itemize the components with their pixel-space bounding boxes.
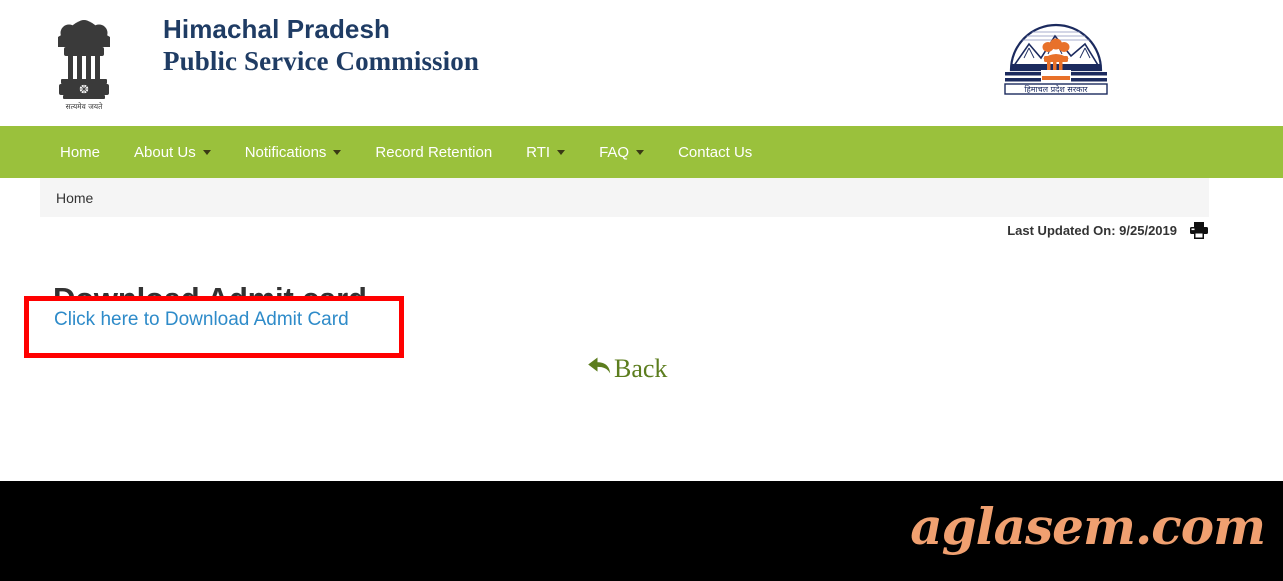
site-header: सत्यमेव जयते Himachal Pradesh Public Ser… [0, 0, 1283, 126]
chevron-down-icon [636, 149, 645, 155]
chevron-down-icon [202, 149, 211, 155]
nav-item-label: Contact Us [678, 143, 753, 161]
nav-item-home[interactable]: Home [60, 144, 100, 161]
nav-item-label: Record Retention [375, 143, 493, 161]
site-title-line1: Himachal Pradesh [163, 14, 391, 44]
nav-item-label: About Us [134, 143, 196, 161]
printer-icon[interactable] [1189, 221, 1209, 240]
main-navigation: Home About Us Notifications Record Reten… [0, 126, 1283, 178]
nav-item-label: FAQ [599, 143, 630, 161]
himachal-pradesh-government-logo: हिमाचल प्रदेश सरकार [1003, 14, 1109, 100]
chevron-down-icon [557, 149, 566, 155]
back-arrow-icon [585, 353, 613, 384]
download-admit-card-link[interactable]: Click here to Download Admit Card [54, 309, 349, 331]
nav-item-contact-us[interactable]: Contact Us [678, 144, 752, 161]
nav-item-rti[interactable]: RTI [526, 143, 566, 161]
chevron-down-icon [333, 149, 342, 155]
india-state-emblem-icon: सत्यमेव जयते [52, 13, 116, 113]
site-footer: aglasem.com [0, 481, 1283, 581]
nav-item-record-retention[interactable]: Record Retention [375, 144, 492, 161]
back-button[interactable]: Back [585, 353, 667, 384]
last-updated-label: Last Updated On: 9/25/2019 [1007, 223, 1177, 238]
site-title: Himachal Pradesh Public Service Commissi… [163, 13, 479, 77]
nav-item-about-us[interactable]: About Us [134, 144, 211, 161]
last-updated-row: Last Updated On: 9/25/2019 [0, 221, 1209, 240]
nav-item-faq[interactable]: FAQ [599, 143, 645, 161]
state-logo-caption: हिमाचल प्रदेश सरकार [1024, 84, 1088, 94]
nav-item-label: Notifications [244, 143, 327, 161]
breadcrumb: Home [40, 178, 1209, 217]
back-label: Back [614, 353, 668, 383]
breadcrumb-item-home[interactable]: Home [56, 190, 93, 206]
nav-item-notifications[interactable]: Notifications [245, 144, 342, 161]
nav-item-label: RTI [526, 143, 551, 161]
aglasem-watermark: aglasem.com [910, 497, 1266, 556]
site-title-line2: Public Service Commission [163, 46, 479, 76]
nav-item-label: Home [60, 143, 101, 161]
emblem-caption: सत्यमेव जयते [66, 102, 104, 111]
